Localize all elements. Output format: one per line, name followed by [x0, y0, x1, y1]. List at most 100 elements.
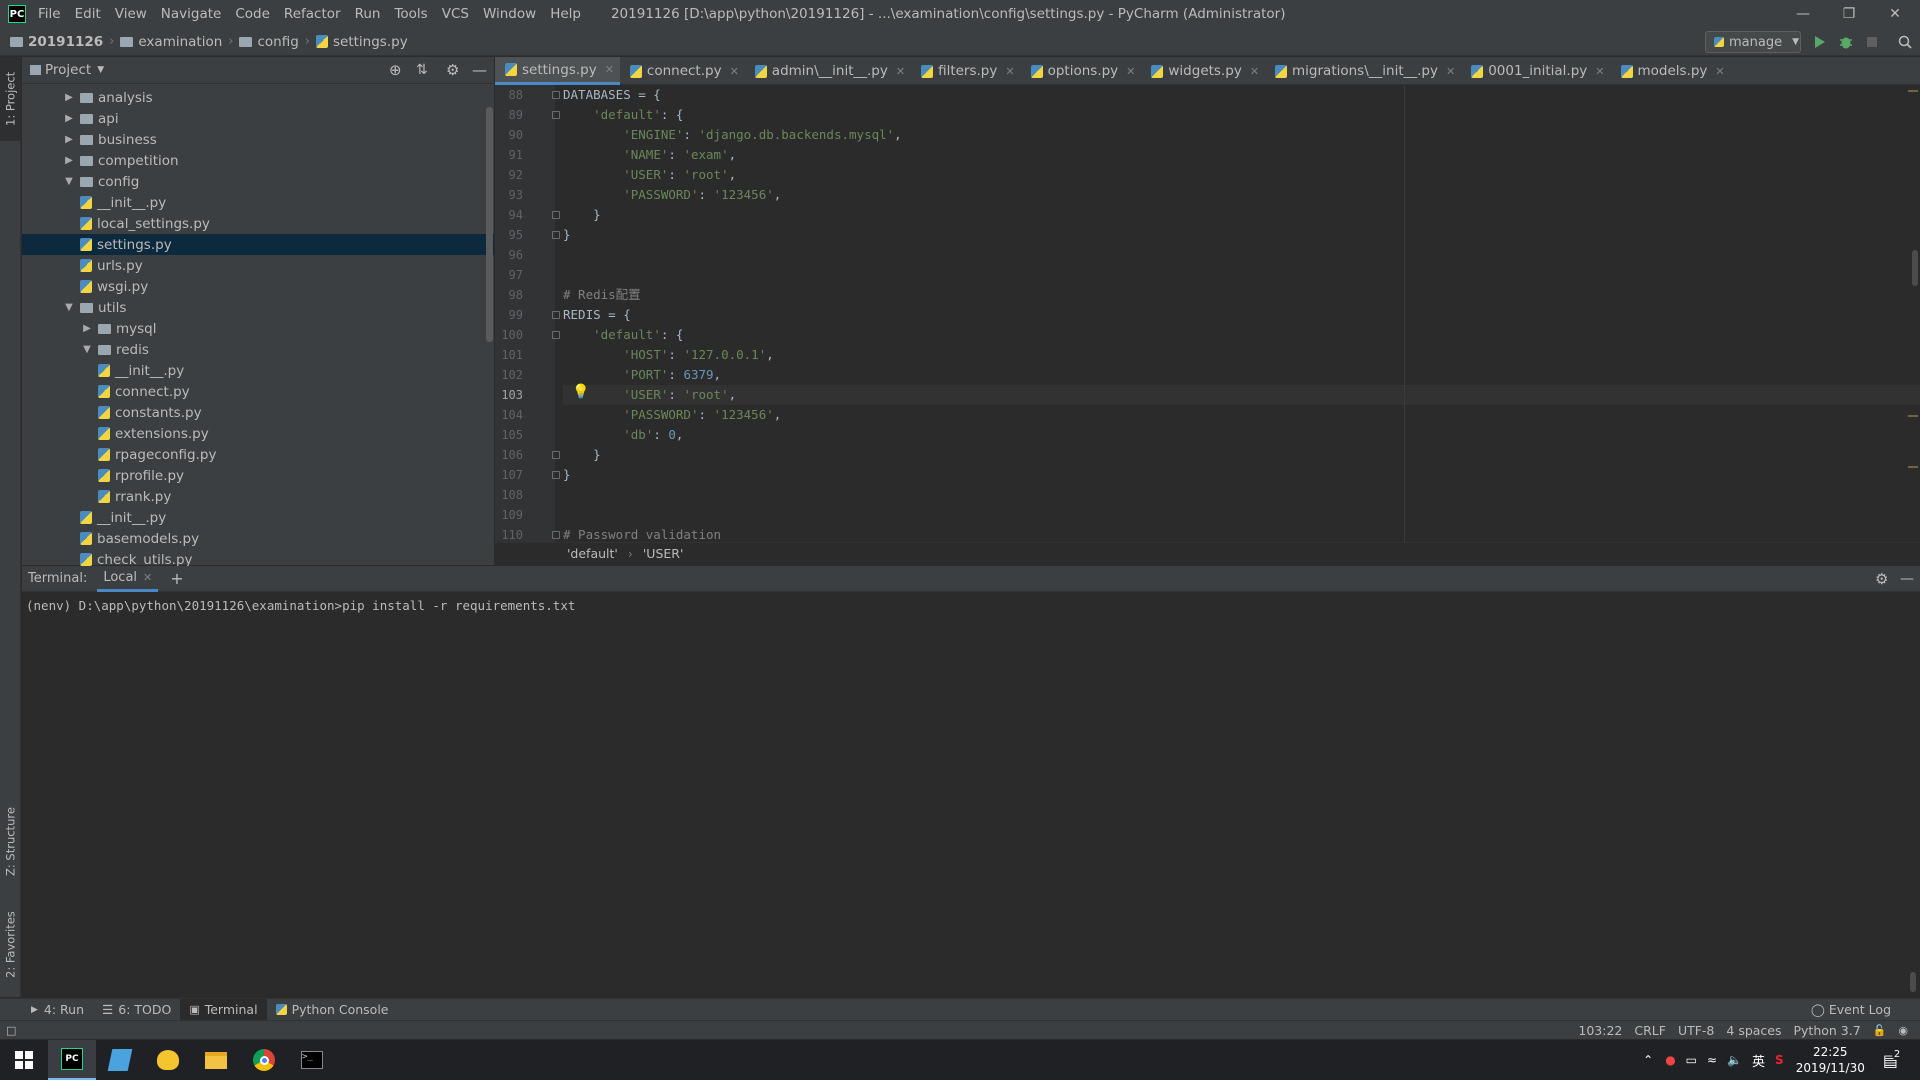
code-line[interactable]: # Password validation — [563, 525, 721, 542]
tool-event-log[interactable]: ◯ Event Log — [1802, 999, 1900, 1021]
tool-tab-project[interactable]: 1: Project — [0, 57, 21, 141]
collapse-arrow-icon[interactable]: ▼ — [62, 176, 76, 187]
tree-file[interactable]: wsgi.py — [22, 276, 494, 297]
close-tab-icon[interactable]: ✕ — [605, 63, 614, 76]
editor-tab[interactable]: 0001_initial.py ✕ — [1461, 57, 1610, 85]
tree-file[interactable]: settings.py — [22, 234, 494, 255]
tree-folder[interactable]: ▶ api — [22, 108, 494, 129]
menu-edit[interactable]: Edit — [75, 6, 101, 22]
ime-indicator[interactable]: 英 — [1752, 1051, 1765, 1070]
tool-tab-structure[interactable]: Z: Structure — [0, 797, 21, 887]
editor-tab[interactable]: models.py ✕ — [1611, 57, 1731, 85]
collapse-arrow-icon[interactable]: ▼ — [62, 302, 76, 313]
code-line[interactable]: } — [563, 205, 601, 225]
taskbar-chrome[interactable] — [240, 1040, 288, 1080]
start-button[interactable] — [0, 1040, 48, 1080]
scroll-marker[interactable] — [1908, 466, 1918, 468]
collapse-all-icon[interactable]: ⇅ — [416, 62, 428, 78]
terminal-scrollbar[interactable] — [1910, 972, 1916, 992]
restore-button[interactable]: ❐ — [1826, 0, 1872, 28]
pycharm-logo[interactable]: PC — [8, 5, 26, 23]
code-line[interactable]: DATABASES = { — [563, 85, 661, 105]
python-interpreter[interactable]: Python 3.7 — [1794, 1023, 1861, 1038]
chevron-up-icon[interactable]: ⌃ — [1643, 1053, 1653, 1067]
tree-file[interactable]: rpageconfig.py — [22, 444, 494, 465]
close-icon[interactable]: ✕ — [143, 571, 152, 584]
fold-marker-icon[interactable] — [552, 111, 560, 119]
tree-file[interactable]: constants.py — [22, 402, 494, 423]
search-everywhere-button[interactable] — [1895, 32, 1915, 52]
close-tab-icon[interactable]: ✕ — [1250, 65, 1259, 78]
editor-tab[interactable]: migrations\__init__.py ✕ — [1265, 57, 1461, 85]
code-line[interactable]: 'db': 0, — [563, 425, 683, 445]
close-tab-icon[interactable]: ✕ — [1126, 65, 1135, 78]
tool-todo[interactable]: ☰ 6: TODO — [93, 999, 180, 1021]
breadcrumb-project[interactable]: 20191126 — [10, 34, 103, 50]
terminal-output[interactable]: (nenv) D:\app\python\20191126\examinatio… — [22, 592, 1920, 997]
taskbar-cmd[interactable]: >_ — [288, 1040, 336, 1080]
qq-icon[interactable]: ● — [1665, 1053, 1675, 1067]
tree-file[interactable]: extensions.py — [22, 423, 494, 444]
code-line[interactable]: } — [563, 225, 571, 245]
tree-folder[interactable]: ▼ redis — [22, 339, 494, 360]
code-line[interactable]: 'NAME': 'exam', — [563, 145, 736, 165]
expand-arrow-icon[interactable]: ▶ — [62, 92, 76, 103]
fold-marker-icon[interactable] — [552, 531, 560, 539]
code-line[interactable]: 'ENGINE': 'django.db.backends.mysql', — [563, 125, 901, 145]
lock-icon[interactable]: 🔓 — [1873, 1024, 1887, 1037]
chevron-down-icon[interactable]: ▼ — [97, 65, 104, 75]
gear-icon[interactable]: ⚙ — [446, 61, 459, 79]
menu-navigate[interactable]: Navigate — [161, 6, 222, 22]
taskbar-pycharm[interactable]: PC — [48, 1040, 96, 1080]
code-line[interactable]: } — [563, 445, 601, 465]
new-terminal-tab-button[interactable]: + — [170, 569, 183, 588]
expand-arrow-icon[interactable]: ▶ — [80, 323, 94, 334]
code-line[interactable]: # Redis配置 — [563, 285, 641, 305]
breadcrumb-examination[interactable]: examination — [120, 34, 222, 50]
tree-folder[interactable]: ▼ config — [22, 171, 494, 192]
gear-icon[interactable]: ⚙ — [1875, 570, 1888, 588]
editor-scrollbar[interactable] — [1912, 250, 1918, 286]
menu-file[interactable]: File — [38, 6, 61, 22]
code-line[interactable]: 'PORT': 6379, — [563, 365, 721, 385]
code-line[interactable]: 'default': { — [563, 325, 683, 345]
network-icon[interactable]: ≈ — [1707, 1053, 1717, 1067]
line-separator[interactable]: CRLF — [1634, 1023, 1666, 1038]
tool-python-console[interactable]: Python Console — [267, 999, 398, 1021]
tree-file[interactable]: __init__.py — [22, 192, 494, 213]
stop-button[interactable] — [1862, 32, 1882, 52]
tree-file[interactable]: urls.py — [22, 255, 494, 276]
scroll-marker[interactable] — [1908, 90, 1918, 92]
menu-code[interactable]: Code — [235, 6, 270, 22]
hide-panel-icon[interactable]: — — [1900, 571, 1914, 587]
editor-tab[interactable]: filters.py ✕ — [911, 57, 1021, 85]
run-configuration-select[interactable]: manage ▼ — [1705, 31, 1801, 53]
battery-icon[interactable]: ▭ — [1686, 1053, 1697, 1067]
taskbar-notepad[interactable] — [96, 1040, 144, 1080]
editor-tab[interactable]: connect.py ✕ — [620, 57, 745, 85]
terminal-tab-local[interactable]: Local ✕ — [97, 566, 159, 592]
project-panel-title[interactable]: Project — [45, 62, 91, 78]
editor-breadcrumb-item[interactable]: 'USER' — [643, 546, 684, 561]
menu-view[interactable]: View — [115, 6, 147, 22]
close-tab-icon[interactable]: ✕ — [1446, 65, 1455, 78]
editor-tab[interactable]: widgets.py ✕ — [1141, 57, 1265, 85]
code-editor[interactable]: DATABASES = { 'default': { 'ENGINE': 'dj… — [563, 85, 1920, 542]
code-line[interactable]: REDIS = { — [563, 305, 631, 325]
tree-file[interactable]: __init__.py — [22, 360, 494, 381]
run-button[interactable] — [1810, 32, 1830, 52]
tree-file[interactable]: __init__.py — [22, 507, 494, 528]
code-line[interactable]: 'default': { — [563, 105, 683, 125]
tree-folder[interactable]: ▶ mysql — [22, 318, 494, 339]
collapse-arrow-icon[interactable]: ▼ — [80, 344, 94, 355]
fold-marker-icon[interactable] — [552, 231, 560, 239]
menu-run[interactable]: Run — [355, 6, 381, 22]
expand-arrow-icon[interactable]: ▶ — [62, 134, 76, 145]
tree-file[interactable]: rrank.py — [22, 486, 494, 507]
fold-marker-icon[interactable] — [552, 331, 560, 339]
tree-file[interactable]: rprofile.py — [22, 465, 494, 486]
tool-terminal[interactable]: ▣ Terminal — [180, 998, 267, 1021]
close-tab-icon[interactable]: ✕ — [1595, 65, 1604, 78]
menu-help[interactable]: Help — [550, 6, 581, 22]
sogou-icon[interactable]: S — [1775, 1053, 1784, 1067]
